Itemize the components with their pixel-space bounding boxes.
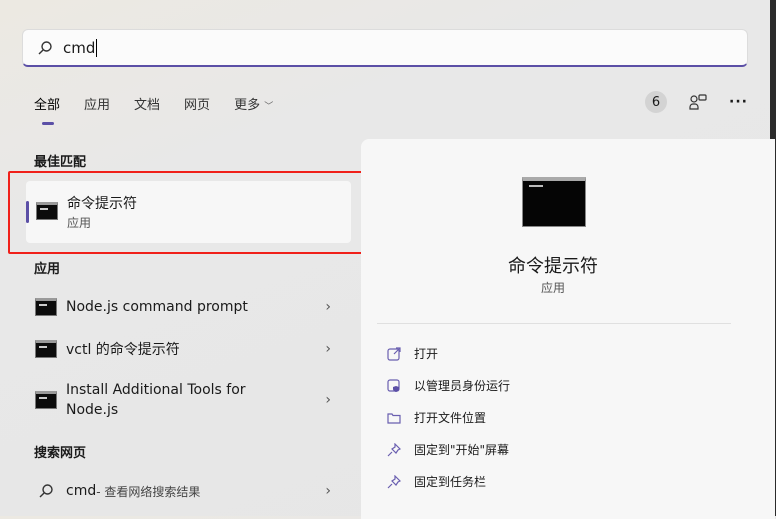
chevron-right-icon[interactable]: › xyxy=(325,483,331,499)
tab-web[interactable]: 网页 xyxy=(184,94,210,113)
web-search-header: 搜索网页 xyxy=(34,446,87,461)
tab-more-label: 更多 xyxy=(234,98,261,113)
app-label: vctl 的命令提示符 xyxy=(66,342,180,358)
toolbar: 6 ··· xyxy=(645,91,748,113)
chevron-right-icon[interactable]: › xyxy=(325,341,331,357)
search-value: cmd xyxy=(63,38,96,57)
pin-icon xyxy=(387,442,401,456)
action-pin-start[interactable]: 固定到"开始"屏幕 xyxy=(387,441,509,458)
search-icon xyxy=(38,40,52,54)
text-caret xyxy=(96,38,98,57)
cmd-icon xyxy=(35,298,57,316)
action-label: 打开 xyxy=(414,347,439,361)
web-suffix: - 查看网络搜索结果 xyxy=(96,484,201,499)
folder-icon xyxy=(387,412,401,424)
app-item-node-tools[interactable]: Install Additional Tools for Node.js › xyxy=(26,380,351,420)
app-label: Node.js command prompt xyxy=(66,299,248,315)
account-switch-icon[interactable] xyxy=(689,94,707,110)
app-label: Install Additional Tools for xyxy=(66,382,246,398)
app-label-line2: Node.js xyxy=(66,402,119,418)
preview-title: 命令提示符 xyxy=(508,256,598,277)
action-label: 固定到"开始"屏幕 xyxy=(414,443,510,457)
tab-documents[interactable]: 文档 xyxy=(134,94,160,113)
search-icon xyxy=(39,484,53,498)
rewards-badge[interactable]: 6 xyxy=(645,91,667,113)
preview-subtitle: 应用 xyxy=(540,281,565,295)
chevron-right-icon[interactable]: › xyxy=(325,299,331,315)
web-query: cmd xyxy=(66,483,97,499)
app-item-nodejs-prompt[interactable]: Node.js command prompt › xyxy=(26,296,351,318)
filter-tabs: 全部 应用 文档 网页 更多 ﹀ xyxy=(34,94,273,125)
action-label: 固定到任务栏 xyxy=(414,475,487,489)
tab-all[interactable]: 全部 xyxy=(34,94,60,125)
cmd-large-icon xyxy=(522,177,586,227)
cmd-icon xyxy=(35,340,57,358)
divider xyxy=(377,323,731,324)
admin-shield-icon xyxy=(387,378,400,392)
apps-header: 应用 xyxy=(34,262,61,277)
search-input[interactable]: cmd xyxy=(22,29,748,67)
tab-more[interactable]: 更多 ﹀ xyxy=(234,94,273,113)
preview-panel: 命令提示符 应用 打开 以管理员身份运行 打开文件位置 固定到"开始"屏幕 固定… xyxy=(361,139,775,519)
web-search-item[interactable]: cmd - 查看网络搜索结果 › xyxy=(26,480,351,502)
cmd-icon xyxy=(35,391,57,409)
best-match-header: 最佳匹配 xyxy=(34,155,87,170)
chevron-right-icon[interactable]: › xyxy=(325,392,331,408)
action-open-location[interactable]: 打开文件位置 xyxy=(387,409,486,426)
pin-icon xyxy=(387,474,401,488)
action-label: 打开文件位置 xyxy=(414,411,487,425)
highlight-box xyxy=(8,171,379,254)
action-open[interactable]: 打开 xyxy=(387,345,438,362)
open-external-icon xyxy=(387,346,401,361)
app-item-vctl-prompt[interactable]: vctl 的命令提示符 › xyxy=(26,338,351,360)
action-run-as-admin[interactable]: 以管理员身份运行 xyxy=(387,377,510,394)
action-pin-taskbar[interactable]: 固定到任务栏 xyxy=(387,473,486,490)
more-options-icon[interactable]: ··· xyxy=(729,94,748,110)
chevron-down-icon: ﹀ xyxy=(264,102,274,112)
tab-apps[interactable]: 应用 xyxy=(84,94,110,113)
action-label: 以管理员身份运行 xyxy=(414,379,511,393)
